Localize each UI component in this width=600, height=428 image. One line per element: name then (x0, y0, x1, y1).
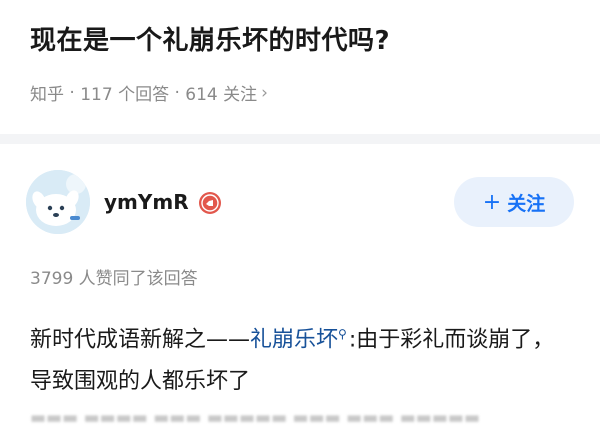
chevron-right-icon: › (261, 82, 268, 103)
follow-label: 关注 (507, 192, 546, 215)
search-icon[interactable]: ⚲ (338, 327, 347, 341)
dog-avatar-icon (26, 170, 90, 234)
author-badge-icon (199, 192, 221, 214)
question-title[interactable]: 现在是一个礼崩乐坏的时代吗? (30, 20, 390, 57)
meta-separator: · (169, 82, 186, 103)
answer-text: 新时代成语新解之——礼崩乐坏⚲:由于彩礼而谈崩了，导致围观的人都乐坏了 (30, 313, 575, 403)
section-divider (0, 134, 600, 144)
follow-button[interactable]: + 关注 (454, 177, 574, 227)
keyword-link[interactable]: 礼崩乐坏 (250, 327, 338, 352)
question-meta[interactable]: 知乎 · 117 个回答 · 614 关注 › (30, 80, 268, 106)
source-label: 知乎 (30, 85, 64, 105)
like-count: 3799 人赞同了该回答 (30, 269, 198, 289)
avatar[interactable] (26, 170, 90, 234)
plus-icon: + (482, 189, 502, 215)
meta-separator: · (64, 82, 81, 103)
author-name[interactable]: ymYmR (104, 190, 189, 214)
follower-count: 614 关注 (185, 85, 258, 105)
faded-overflow-line: ▬▬▬ ▬▬▬▬ ▬▬▬ ▬▬▬▬▬ ▬▬▬ ▬▬▬ ▬▬▬▬▬ (30, 408, 481, 428)
answer-count: 117 个回答 (80, 85, 170, 105)
answer-text-before: 新时代成语新解之—— (30, 327, 251, 353)
